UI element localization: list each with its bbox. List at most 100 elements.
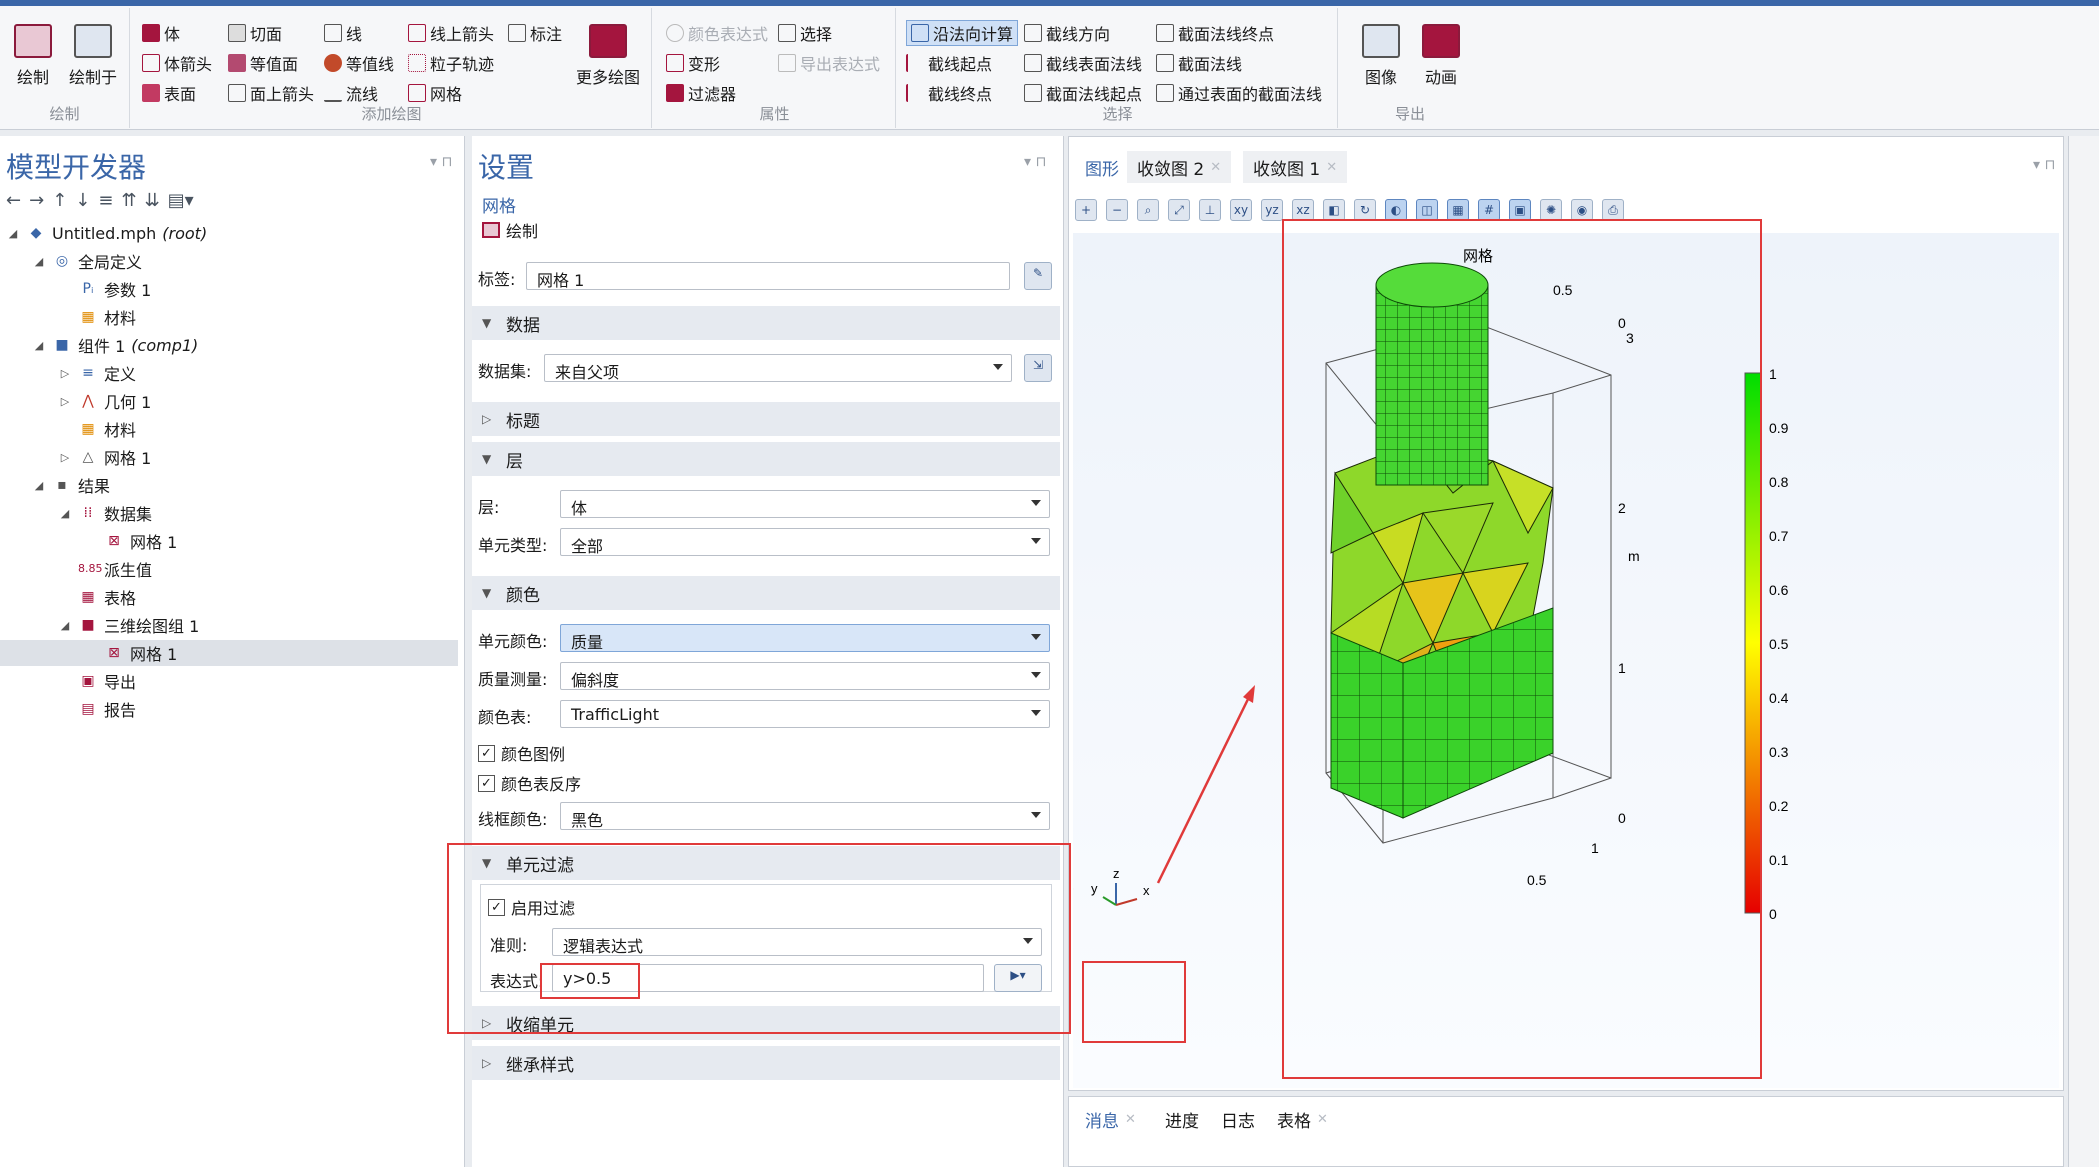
reverse-color-table-checkbox[interactable]: ✓ 颜色表反序 [478, 770, 581, 796]
scene-light-icon[interactable]: ◐ [1385, 199, 1407, 221]
axis-box-icon[interactable]: ▣ [1509, 199, 1531, 221]
deform-button[interactable]: 变形 [666, 50, 720, 76]
camera-icon[interactable]: ◉ [1571, 199, 1593, 221]
view-default-icon[interactable]: ◧ [1323, 199, 1345, 221]
tab-table[interactable]: 表格 ✕ [1267, 1103, 1338, 1135]
expand-icon[interactable]: ◢ [32, 339, 46, 352]
collapse-icon[interactable]: ▷ [58, 395, 72, 408]
forward-arrow-icon[interactable]: → [29, 190, 44, 211]
expand-icon[interactable]: ◢ [6, 227, 20, 240]
section-title[interactable]: ▷ 标题 [472, 402, 1060, 436]
line-button[interactable]: 线 [324, 20, 362, 46]
section-level[interactable]: ▼ 层 [472, 442, 1060, 476]
plot-button[interactable]: 绘制 [4, 24, 62, 88]
minimize-icon[interactable]: ▾ ⊓ [1024, 154, 1046, 170]
tree-item-parameters[interactable]: Pᵢ 参数 1 [58, 276, 152, 302]
element-type-select[interactable]: 全部 [560, 528, 1050, 556]
quality-measure-select[interactable]: 偏斜度 [560, 662, 1050, 690]
zoom-in-icon[interactable]: + [1075, 199, 1097, 221]
move-up-icon[interactable]: ↑ [52, 190, 67, 211]
show-icon[interactable]: ≡ [98, 190, 113, 211]
tree-item-tables[interactable]: ▦ 表格 [58, 584, 136, 610]
section-color[interactable]: ▼ 颜色 [472, 576, 1060, 610]
tree-item-plot-mesh-selected[interactable]: ⊠ 网格 1 [0, 640, 458, 666]
isosurface-button[interactable]: 等值面 [228, 50, 298, 76]
zoom-box-icon[interactable]: ⌕ [1137, 199, 1159, 221]
volume-button[interactable]: 体 [142, 20, 180, 46]
minimize-icon[interactable]: ▾ ⊓ [2033, 157, 2055, 173]
view-xz-icon[interactable]: xz [1292, 199, 1314, 221]
section-inherit-style[interactable]: ▷ 继承样式 [472, 1046, 1060, 1080]
tree-item-export[interactable]: ▣ 导出 [58, 668, 136, 694]
checkbox-checked-icon[interactable]: ✓ [478, 774, 495, 792]
tab-graphics[interactable]: 图形 [1075, 151, 1129, 183]
collapse-icon[interactable]: ▷ [58, 367, 72, 380]
tree-item-geometry[interactable]: ▷ ⋀ 几何 1 [58, 388, 152, 414]
tree-item-reports[interactable]: ▤ 报告 [58, 696, 136, 722]
annotation-button[interactable]: 标注 [508, 20, 562, 46]
close-icon[interactable]: ✕ [1125, 1112, 1136, 1127]
line-arrow-button[interactable]: 线上箭头 [408, 20, 494, 46]
level-select[interactable]: 体 [560, 490, 1050, 518]
wireframe-icon[interactable]: ▦ [1447, 199, 1469, 221]
collapse-all-icon[interactable]: ⇊ [145, 190, 160, 211]
label-edit-icon[interactable]: ✎ [1024, 262, 1052, 290]
cut-plane-normal-button[interactable]: 截面法线 [1156, 50, 1242, 76]
color-legend-checkbox[interactable]: ✓ 颜色图例 [478, 740, 565, 766]
plot-button[interactable]: 绘制 [482, 218, 538, 242]
expand-icon[interactable]: ◢ [58, 507, 72, 520]
move-down-icon[interactable]: ↓ [75, 190, 90, 211]
rotate-reset-icon[interactable]: ↻ [1354, 199, 1376, 221]
tab-progress[interactable]: 进度 [1155, 1103, 1209, 1135]
element-color-select[interactable]: 质量 [560, 624, 1050, 652]
select-button[interactable]: 选择 [778, 20, 832, 46]
label-input[interactable]: 网格 1 [526, 262, 1010, 290]
export-expression-button[interactable]: 导出表达式 [778, 50, 880, 76]
cut-line-surface-normal-button[interactable]: 截线表面法线 [1024, 50, 1142, 76]
cut-line-start-button[interactable]: 截线起点 [906, 50, 992, 76]
tab-convergence-2[interactable]: 收敛图 2 ✕ [1127, 151, 1232, 183]
print-icon[interactable]: ⎙ [1602, 199, 1624, 221]
view-yz-icon[interactable]: yz [1261, 199, 1283, 221]
expand-icon[interactable]: ◢ [58, 619, 72, 632]
wireframe-color-select[interactable]: 黑色 [560, 802, 1050, 830]
tree-item-datasets[interactable]: ◢ ⁞⁞ 数据集 [58, 500, 152, 526]
tree-item-mesh[interactable]: ▷ △ 网格 1 [58, 444, 152, 470]
animation-export-button[interactable]: 动画 [1412, 24, 1470, 88]
more-plots-button[interactable]: 更多绘图 [572, 24, 644, 88]
color-table-select[interactable]: TrafficLight [560, 700, 1050, 728]
checkbox-checked-icon[interactable]: ✓ [478, 744, 495, 762]
cut-plane-normal-end-button[interactable]: 截面法线终点 [1156, 20, 1274, 46]
close-icon[interactable]: ✕ [1317, 1112, 1328, 1127]
image-export-button[interactable]: 图像 [1352, 24, 1410, 88]
tree-item-3d-plot-group[interactable]: ◢ ■ 三维绘图组 1 [58, 612, 200, 638]
close-icon[interactable]: ✕ [1210, 160, 1221, 175]
zoom-extents-icon[interactable]: ⤢ [1168, 199, 1190, 221]
grid-icon[interactable]: # [1478, 199, 1500, 221]
tree-item-component[interactable]: ◢ ■ 组件 1 (comp1) [32, 332, 199, 358]
particle-trajectory-button[interactable]: 粒子轨迹 [408, 50, 494, 76]
tree-item-definitions[interactable]: ▷ ≡ 定义 [58, 360, 136, 386]
axis-orientation-icon[interactable]: ⊥ [1199, 199, 1221, 221]
minimize-icon[interactable]: ▾ ⊓ [430, 154, 452, 170]
expand-icon[interactable]: ◢ [32, 479, 46, 492]
collapse-icon[interactable]: ▷ [58, 451, 72, 464]
tree-item-derived-values[interactable]: 8.85 派生值 [58, 556, 152, 582]
tree-item-materials[interactable]: ▦ 材料 [58, 416, 136, 442]
plot-in-button[interactable]: 绘制于 [64, 24, 122, 88]
list-view-icon[interactable]: ▤▾ [168, 190, 194, 211]
cut-line-direction-button[interactable]: 截线方向 [1024, 20, 1110, 46]
contour-button[interactable]: 等值线 [324, 50, 394, 76]
color-expression-button[interactable]: 颜色表达式 [666, 20, 768, 46]
section-data[interactable]: ▼ 数据 [472, 306, 1060, 340]
tree-item-global-definitions[interactable]: ◢ ◎ 全局定义 [32, 248, 142, 274]
zoom-out-icon[interactable]: − [1106, 199, 1128, 221]
compute-normal-button[interactable]: 沿法向计算 [906, 20, 1019, 46]
go-to-source-icon[interactable]: ⇲ [1024, 354, 1052, 382]
render-settings-icon[interactable]: ✺ [1540, 199, 1562, 221]
tree-item-materials-global[interactable]: ▦ 材料 [58, 304, 136, 330]
tree-item-root[interactable]: ◢ ◆ Untitled.mph (root) [6, 220, 207, 246]
expand-icon[interactable]: ◢ [32, 255, 46, 268]
slice-button[interactable]: 切面 [228, 20, 282, 46]
dataset-select[interactable]: 来自父项 [544, 354, 1012, 382]
